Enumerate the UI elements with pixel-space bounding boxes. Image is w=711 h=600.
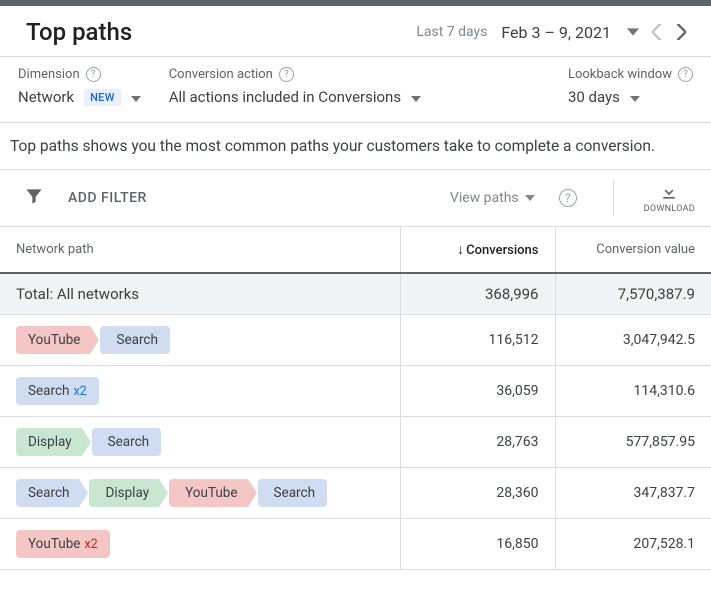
- table-row[interactable]: Searchx2 36,059114,310.6: [0, 366, 711, 417]
- conversions-cell: 116,512: [400, 315, 555, 366]
- path-chip-search: Search: [100, 326, 169, 354]
- conversions-cell: 28,763: [400, 417, 555, 468]
- value-cell: 207,528.1: [555, 519, 711, 570]
- value-cell: 347,837.7: [555, 468, 711, 519]
- total-row: Total: All networks 368,996 7,570,387.9: [0, 273, 711, 315]
- path-chip-display: Display: [89, 479, 159, 507]
- help-icon[interactable]: ?: [559, 189, 577, 207]
- description-text: Top paths shows you the most common path…: [0, 123, 711, 170]
- conversions-cell: 16,850: [400, 519, 555, 570]
- conversion-action-label-text: Conversion action: [169, 67, 273, 82]
- table-row[interactable]: Search Display YouTube Search 28,360347,837.…: [0, 468, 711, 519]
- path-cell: YouTube Search: [0, 315, 400, 366]
- path-chip-youtube: YouTube: [169, 479, 247, 507]
- download-button[interactable]: DOWNLOAD: [644, 182, 695, 214]
- path-cell: Search Display YouTube Search: [0, 468, 400, 519]
- chevron-down-icon: [411, 88, 421, 106]
- page-title: Top paths: [26, 18, 416, 46]
- conversions-cell: 28,360: [400, 468, 555, 519]
- network-path: YouTubex2: [16, 530, 384, 558]
- path-chip-search: Searchx2: [16, 377, 99, 405]
- network-path: Searchx2: [16, 377, 384, 405]
- conversion-action-filter[interactable]: Conversion action ? All actions included…: [169, 67, 421, 106]
- header: Top paths Last 7 days Feb 3 – 9, 2021: [0, 6, 711, 57]
- sort-desc-icon: ↓: [457, 242, 464, 258]
- next-period-button[interactable]: [669, 20, 693, 44]
- total-label: Total: All networks: [0, 273, 400, 315]
- conversions-cell: 36,059: [400, 366, 555, 417]
- chevron-down-icon: [131, 88, 141, 106]
- table-header-row: Network path ↓Conversions Conversion val…: [0, 227, 711, 273]
- total-conversions: 368,996: [400, 273, 555, 315]
- lookback-label-text: Lookback window: [568, 67, 672, 82]
- path-cell: Searchx2: [0, 366, 400, 417]
- path-count: x2: [73, 384, 86, 399]
- lookback-value-text: 30 days: [568, 88, 620, 106]
- new-badge: NEW: [84, 89, 121, 106]
- value-cell: 3,047,942.5: [555, 315, 711, 366]
- dimension-filter[interactable]: Dimension ? Network NEW: [18, 67, 141, 106]
- dimension-label: Dimension ?: [18, 67, 141, 82]
- view-paths-dropdown[interactable]: View paths: [450, 190, 535, 206]
- download-label: DOWNLOAD: [644, 204, 695, 214]
- help-icon[interactable]: ?: [86, 67, 101, 82]
- conversion-action-label: Conversion action ?: [169, 67, 421, 82]
- col-conversions-label: Conversions: [466, 243, 538, 258]
- path-cell: YouTubex2: [0, 519, 400, 570]
- network-path: Search Display YouTube Search: [16, 479, 384, 507]
- table-row[interactable]: YouTube Search 116,5123,047,942.5: [0, 315, 711, 366]
- separator: [613, 180, 614, 216]
- col-value-header[interactable]: Conversion value: [555, 227, 711, 273]
- help-icon[interactable]: ?: [678, 67, 693, 82]
- table-row[interactable]: YouTubex2 16,850207,528.1: [0, 519, 711, 570]
- table-row[interactable]: Display Search 28,763577,857.95: [0, 417, 711, 468]
- total-value: 7,570,387.9: [555, 273, 711, 315]
- chevron-down-icon: [630, 88, 640, 106]
- add-filter-button[interactable]: ADD FILTER: [68, 190, 147, 206]
- prev-period-button[interactable]: [645, 20, 669, 44]
- path-chip-search: Search: [92, 428, 161, 456]
- help-icon[interactable]: ?: [279, 67, 294, 82]
- path-cell: Display Search: [0, 417, 400, 468]
- filter-icon[interactable]: [24, 186, 44, 210]
- dimension-label-text: Dimension: [18, 67, 80, 82]
- filters-bar: Dimension ? Network NEW Conversion actio…: [0, 57, 711, 123]
- date-range-dropdown-icon[interactable]: [621, 20, 645, 44]
- path-chip-youtube: YouTube: [16, 326, 90, 354]
- col-path-header[interactable]: Network path: [0, 227, 400, 273]
- toolbar: ADD FILTER View paths ? DOWNLOAD: [0, 170, 711, 227]
- paths-table: Network path ↓Conversions Conversion val…: [0, 227, 711, 570]
- network-path: Display Search: [16, 428, 384, 456]
- conversion-action-value[interactable]: All actions included in Conversions: [169, 88, 421, 106]
- path-count: x2: [84, 537, 97, 552]
- network-path: YouTube Search: [16, 326, 384, 354]
- value-cell: 577,857.95: [555, 417, 711, 468]
- value-cell: 114,310.6: [555, 366, 711, 417]
- dimension-value[interactable]: Network NEW: [18, 88, 141, 106]
- date-period-label: Last 7 days: [416, 24, 487, 40]
- lookback-label: Lookback window ?: [568, 67, 693, 82]
- col-conversions-header[interactable]: ↓Conversions: [400, 227, 555, 273]
- path-chip-search: Search: [16, 479, 79, 507]
- view-paths-label: View paths: [450, 190, 519, 206]
- path-chip-search: Search: [258, 479, 327, 507]
- date-range-picker[interactable]: Feb 3 – 9, 2021: [501, 23, 611, 42]
- path-chip-youtube: YouTubex2: [16, 530, 110, 558]
- path-chip-display: Display: [16, 428, 82, 456]
- lookback-filter[interactable]: Lookback window ? 30 days: [568, 67, 693, 106]
- conversion-action-value-text: All actions included in Conversions: [169, 88, 401, 106]
- dimension-value-text: Network: [18, 88, 74, 106]
- lookback-value[interactable]: 30 days: [568, 88, 693, 106]
